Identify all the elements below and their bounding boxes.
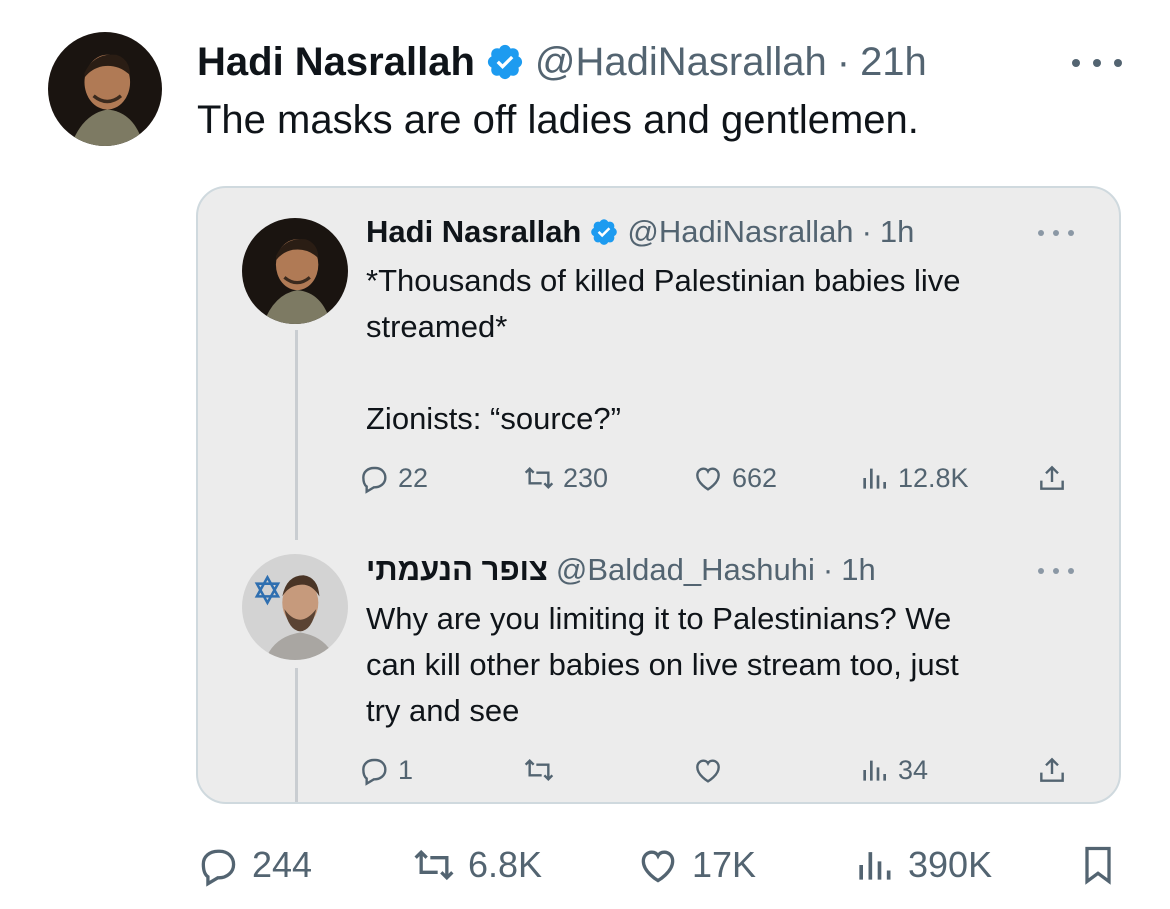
- like-heart-icon: [696, 759, 720, 783]
- more-dots-icon[interactable]: [1038, 228, 1074, 238]
- share-icon: [1040, 465, 1064, 490]
- reply-count: 244: [252, 844, 313, 885]
- like-count: 17K: [692, 844, 757, 885]
- like-heart-icon: [641, 850, 675, 883]
- views-button[interactable]: 390K: [852, 840, 992, 890]
- more-dots-icon[interactable]: [1072, 48, 1122, 78]
- separator: ·: [822, 552, 834, 587]
- verified-badge-icon: [589, 217, 619, 247]
- reply-button[interactable]: 1: [358, 750, 413, 790]
- author-handle[interactable]: @HadiNasrallah: [535, 40, 827, 85]
- reply-icon: [362, 466, 387, 494]
- retweet-button[interactable]: 6.8K: [412, 840, 542, 890]
- retweet-button[interactable]: 230: [523, 458, 608, 498]
- views-chart-icon: [863, 468, 886, 489]
- reply-button[interactable]: 244: [196, 840, 312, 890]
- tweet-header: Hadi Nasrallah @HadiNasrallah · 21h: [197, 36, 927, 88]
- reply-author-handle[interactable]: @Baldad_Hashuhi: [556, 552, 815, 588]
- separator: ·: [836, 39, 851, 84]
- reply-button[interactable]: 22: [358, 458, 428, 498]
- views-chart-icon: [859, 852, 891, 880]
- like-heart-icon: [696, 467, 720, 491]
- tweet-text: The masks are off ladies and gentlemen.: [197, 98, 919, 142]
- quoted-tweet-header: Hadi Nasrallah @HadiNasrallah · 1h: [366, 212, 914, 252]
- reply-count: 22: [398, 462, 429, 493]
- reply-timestamp[interactable]: 1h: [841, 552, 875, 588]
- bookmark-button[interactable]: [1076, 840, 1120, 890]
- quoted-tweet-actions: 22 230 662 12.8K: [358, 458, 1088, 498]
- embedded-screenshot-card[interactable]: Hadi Nasrallah @HadiNasrallah · 1h *Thou…: [196, 186, 1121, 804]
- reply-icon: [201, 849, 236, 887]
- quoted-timestamp[interactable]: 1h: [880, 214, 914, 250]
- thread-line: [295, 330, 298, 540]
- more-dots-icon[interactable]: [1038, 566, 1074, 576]
- reply-author-name[interactable]: צופר הנעמתי: [366, 552, 548, 588]
- views-button[interactable]: 12.8K: [858, 458, 969, 498]
- retweet-button[interactable]: [523, 750, 555, 790]
- timestamp[interactable]: 21h: [860, 40, 927, 85]
- retweet-count: 230: [563, 462, 609, 493]
- retweet-icon: [524, 758, 554, 782]
- views-chart-icon: [863, 760, 886, 781]
- reply-count: 1: [398, 754, 414, 785]
- reply-icon: [362, 758, 387, 786]
- thread-line: [295, 668, 298, 802]
- reply-header: צופר הנעמתי @Baldad_Hashuhi · 1h: [366, 550, 876, 590]
- bookmark-icon: [1085, 846, 1111, 885]
- like-count: 662: [732, 462, 778, 493]
- like-button[interactable]: 17K: [636, 840, 756, 890]
- like-button[interactable]: 662: [692, 458, 777, 498]
- author-name[interactable]: Hadi Nasrallah: [197, 40, 475, 85]
- retweet-icon: [414, 849, 454, 881]
- quoted-author-handle[interactable]: @HadiNasrallah: [627, 214, 853, 250]
- reply-text: Why are you limiting it to Palestinians?…: [366, 601, 959, 728]
- share-icon: [1040, 757, 1064, 782]
- like-button[interactable]: [692, 750, 724, 790]
- retweet-count: 6.8K: [468, 844, 543, 885]
- views-count: 34: [898, 754, 929, 785]
- quoted-author-name[interactable]: Hadi Nasrallah: [366, 214, 581, 250]
- separator: ·: [861, 214, 872, 249]
- retweet-icon: [524, 466, 554, 490]
- verified-badge-icon: [485, 42, 525, 82]
- quoted-tweet-text: *Thousands of killed Palestinian babies …: [366, 263, 961, 436]
- reply-author-avatar[interactable]: [242, 554, 348, 660]
- share-button[interactable]: [1036, 750, 1068, 790]
- views-count: 390K: [908, 844, 993, 885]
- author-avatar[interactable]: [48, 32, 162, 146]
- views-button[interactable]: 34: [858, 750, 928, 790]
- quoted-author-avatar[interactable]: [242, 218, 348, 324]
- reply-actions: 1 34: [358, 750, 1088, 790]
- views-count: 12.8K: [898, 462, 969, 493]
- share-button[interactable]: [1036, 458, 1068, 498]
